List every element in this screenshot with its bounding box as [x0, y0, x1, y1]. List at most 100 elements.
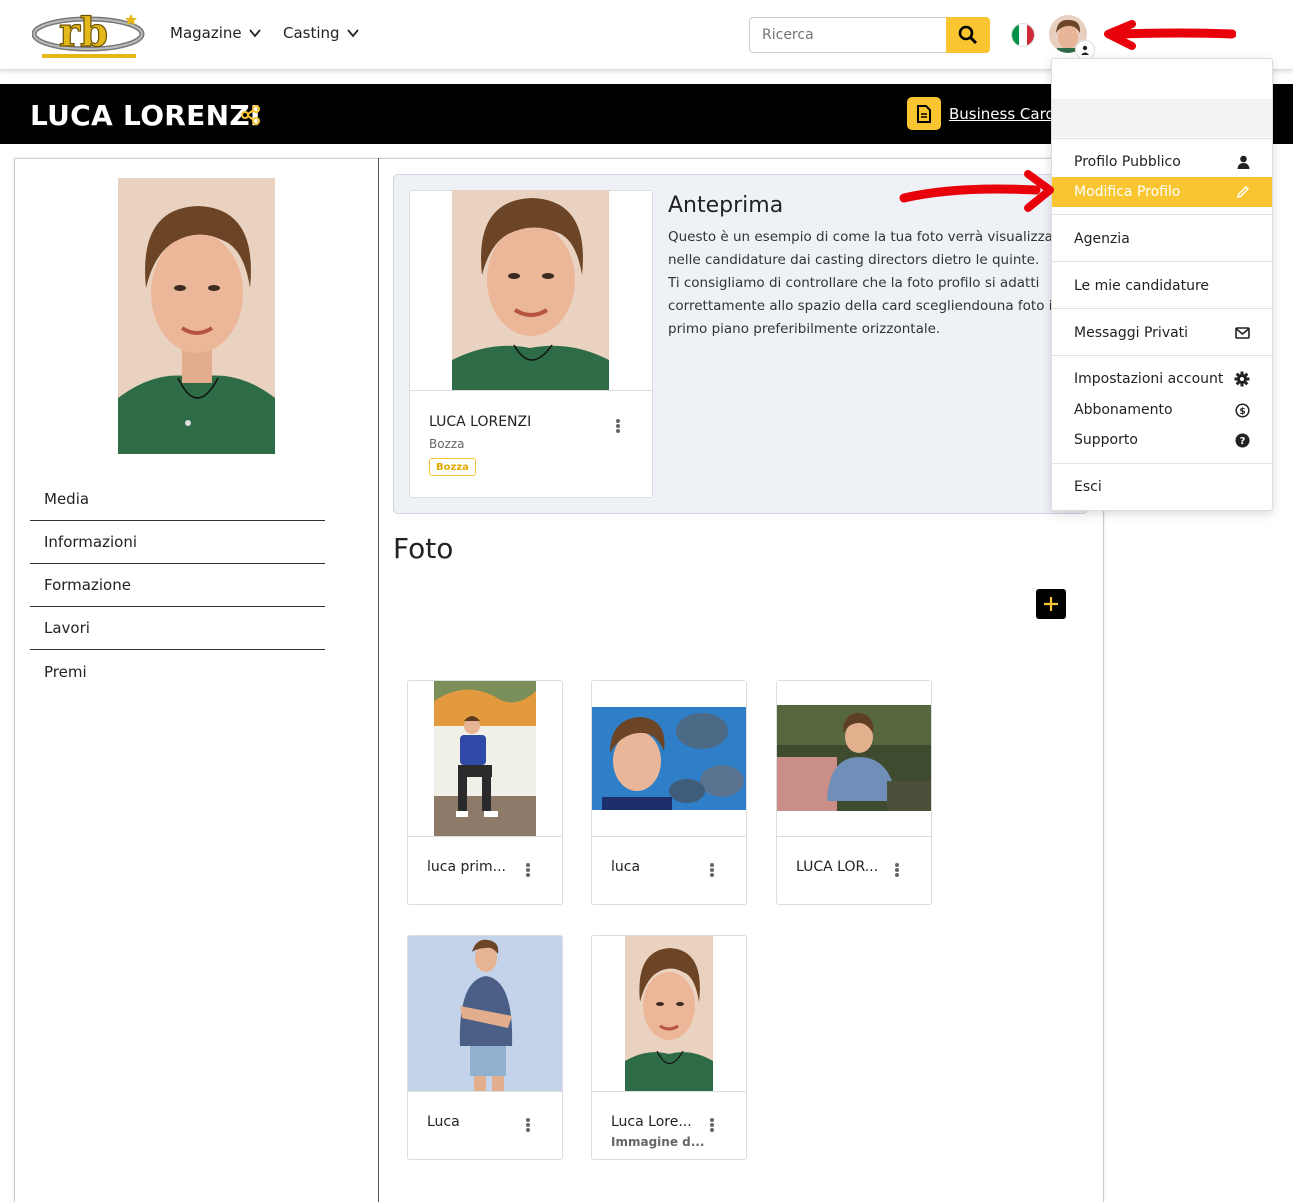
menu-divider	[1052, 214, 1272, 215]
menu-divider	[1052, 138, 1272, 139]
profile-name: LUCA LORENZI	[30, 99, 261, 132]
photo-card-name: Luca Lore...	[611, 1114, 692, 1130]
add-photo-button[interactable]	[1036, 589, 1066, 619]
more-options-icon[interactable]	[521, 1115, 535, 1135]
photo-card[interactable]: luca	[591, 680, 747, 905]
photo-card[interactable]: LUCA LOR...	[776, 680, 932, 905]
nav-magazine[interactable]: Magazine	[170, 24, 262, 42]
column-divider	[378, 158, 379, 1202]
question-circle-icon: ?	[1235, 433, 1250, 447]
user-dropdown-menu: Profilo Pubblico Modifica Profilo Agenzi…	[1051, 58, 1273, 511]
search-icon	[958, 25, 978, 45]
menu-item-modifica-profilo[interactable]: Modifica Profilo	[1052, 177, 1272, 207]
menu-divider	[1052, 308, 1272, 309]
pencil-icon	[1236, 185, 1250, 199]
menu-item-label: Profilo Pubblico	[1074, 154, 1181, 170]
envelope-icon	[1235, 327, 1250, 339]
annotation-arrow	[1104, 20, 1236, 50]
menu-item-esci[interactable]: Esci	[1052, 472, 1272, 502]
menu-item-impostazioni-account[interactable]: Impostazioni account	[1052, 364, 1272, 394]
svg-text:?: ?	[1240, 436, 1246, 447]
preview-text-line: Questo è un esempio di come la tua foto …	[668, 229, 1058, 245]
photo-thumbnail	[592, 936, 746, 1091]
menu-item-profilo-pubblico[interactable]: Profilo Pubblico	[1052, 147, 1272, 177]
preview-text-line: Ti consigliamo di controllare che la fot…	[668, 275, 1040, 291]
chevron-down-icon	[248, 29, 261, 38]
status-badge: Bozza	[429, 458, 476, 476]
menu-item-label: Le mie candidature	[1074, 278, 1210, 294]
photo-card-name: Luca	[427, 1114, 460, 1130]
more-options-icon[interactable]	[705, 1115, 719, 1135]
more-options-icon[interactable]	[890, 860, 904, 880]
menu-divider	[1052, 463, 1272, 464]
menu-item-label: Impostazioni account	[1074, 371, 1224, 387]
side-menu-media[interactable]: Media	[30, 478, 325, 521]
menu-item-label: Supporto	[1074, 432, 1138, 448]
person-icon	[1237, 155, 1250, 169]
photo-card-divider	[408, 1091, 562, 1092]
menu-item-abbonamento[interactable]: Abbonamento $	[1052, 395, 1272, 425]
photo-card-divider	[592, 1091, 746, 1092]
photo-thumbnail	[408, 681, 562, 836]
svg-text:rb: rb	[59, 10, 108, 56]
photo-thumbnail	[592, 681, 746, 836]
profile-photo	[118, 178, 275, 454]
photo-card[interactable]: Luca Lore... Immagine d...	[591, 935, 747, 1160]
share-icon[interactable]	[240, 104, 262, 126]
nav-magazine-label: Magazine	[170, 24, 242, 42]
preview-title: Anteprima	[668, 193, 784, 218]
photo-thumbnail	[408, 936, 562, 1091]
preview-text-line: correttamente allo spazio della card sce…	[668, 298, 1058, 314]
photo-card-name: luca	[611, 859, 641, 875]
photo-thumbnail	[777, 681, 931, 836]
more-options-icon[interactable]	[611, 416, 625, 436]
nav-casting[interactable]: Casting	[283, 24, 360, 42]
photo-card[interactable]: luca prim...	[407, 680, 563, 905]
photo-card-divider	[592, 836, 746, 837]
more-options-icon[interactable]	[705, 860, 719, 880]
nav-casting-label: Casting	[283, 24, 340, 42]
menu-item-label: Messaggi Privati	[1074, 325, 1189, 341]
business-card-link[interactable]: Business Card	[949, 105, 1055, 123]
menu-item-messaggi-privati[interactable]: Messaggi Privati	[1052, 318, 1272, 348]
menu-item-le-mie-candidature[interactable]: Le mie candidature	[1052, 271, 1272, 301]
menu-item-agenzia[interactable]: Agenzia	[1052, 224, 1272, 254]
side-menu-formazione[interactable]: Formazione	[30, 564, 325, 607]
preview-card-subtitle: Bozza	[429, 437, 465, 451]
rb-casting-logo[interactable]: rb	[32, 10, 146, 62]
search-button[interactable]	[946, 17, 990, 53]
italian-flag-icon[interactable]	[1011, 23, 1035, 47]
svg-text:$: $	[1239, 406, 1245, 416]
preview-text-line: nelle candidature dai casting directors …	[668, 252, 1040, 268]
menu-item-label: Modifica Profilo	[1074, 184, 1181, 200]
photo-card[interactable]: Luca	[407, 935, 563, 1160]
annotation-arrow	[899, 170, 1054, 212]
side-menu-informazioni[interactable]: Informazioni	[30, 521, 325, 564]
preview-card-photo	[452, 190, 609, 390]
menu-divider	[1052, 355, 1272, 356]
menu-item-label: Agenzia	[1074, 231, 1130, 247]
plus-icon	[1044, 597, 1058, 611]
gear-icon	[1234, 371, 1250, 387]
side-menu-premi[interactable]: Premi	[30, 650, 325, 693]
search-input[interactable]	[749, 17, 947, 53]
photo-card-name: luca prim...	[427, 859, 507, 875]
menu-item-label: Abbonamento	[1074, 402, 1173, 418]
photo-card-name: LUCA LOR...	[796, 859, 879, 875]
chevron-down-icon	[346, 29, 359, 38]
menu-item-label: Esci	[1074, 479, 1102, 495]
preview-text-line: primo piano preferibilmente orizzontale.	[668, 321, 941, 337]
preview-card-name: LUCA LORENZI	[429, 414, 532, 430]
menu-divider	[1052, 261, 1272, 262]
photo-card-divider	[408, 836, 562, 837]
preview-card-divider	[410, 390, 652, 391]
menu-item-supporto[interactable]: Supporto ?	[1052, 425, 1272, 455]
document-icon	[917, 104, 931, 123]
side-menu-lavori[interactable]: Lavori	[30, 607, 325, 650]
more-options-icon[interactable]	[521, 860, 535, 880]
business-card-button[interactable]	[907, 97, 941, 130]
photo-card-subtitle: Immagine d...	[611, 1135, 705, 1149]
profile-side-menu: Media Informazioni Formazione Lavori Pre…	[30, 478, 325, 693]
dollar-circle-icon: $	[1235, 402, 1250, 418]
foto-section-title: Foto	[393, 532, 454, 565]
